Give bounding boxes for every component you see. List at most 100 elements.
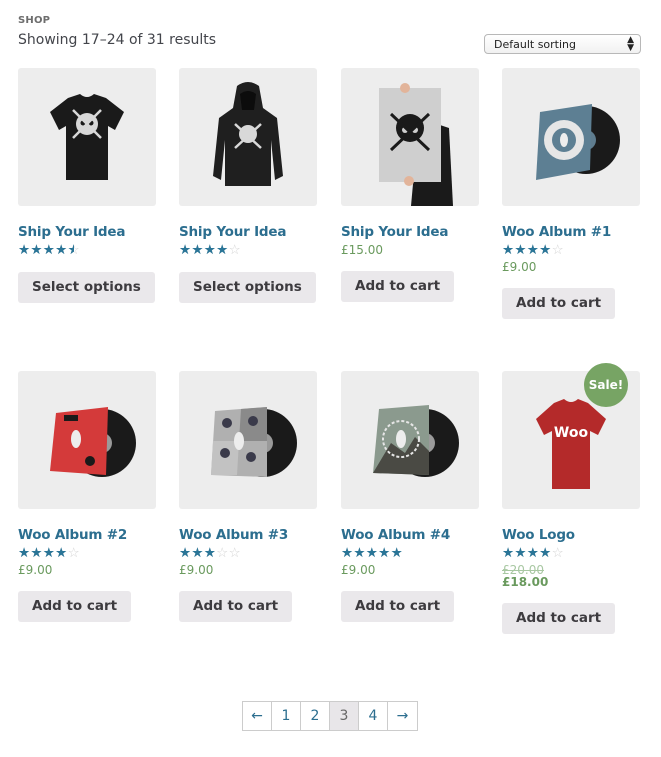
add-to-cart-button[interactable]: Add to cart [179, 591, 293, 622]
up-down-arrows-icon: ▲ ▼ [627, 35, 634, 53]
star-half-icon: ☆ ★ [67, 243, 80, 257]
product-card: Woo Album #1 ☆ ★ ☆ ★ ☆ ★ ☆ ★ ☆ £9.00 Add to cart [502, 68, 640, 319]
star-empty-icon: ☆ [68, 546, 80, 560]
product-title[interactable]: Ship Your Idea [341, 224, 479, 240]
pagination-prev[interactable]: ← [243, 702, 272, 730]
star-filled-icon: ☆ ★ [390, 546, 403, 560]
sale-badge: Sale! [584, 363, 628, 407]
product-image[interactable] [179, 68, 317, 206]
pagination-page-current: 3 [330, 702, 359, 730]
product-price: £20.00 £18.00 [502, 563, 640, 589]
star-fill: ★ [502, 547, 515, 560]
star-fill: ★ [203, 244, 216, 257]
star-rating: ☆ ★ ☆ ★ ☆ ★ ☆ ★ ☆ ★ [18, 243, 156, 258]
black-skull-hoodie-image [213, 82, 283, 186]
product-title[interactable]: Woo Album #1 [502, 224, 640, 240]
star-filled-icon: ☆ ★ [378, 546, 391, 560]
sale-price: £18.00 [502, 575, 549, 589]
star-fill: ★ [179, 244, 192, 257]
pagination-page[interactable]: 2 [301, 702, 330, 730]
product-card: Ship Your Idea ☆ ★ ☆ ★ ☆ ★ ☆ ★ ☆ ★ Select options [18, 68, 156, 303]
star-filled-icon: ☆ ★ [30, 243, 42, 257]
product-card: Woo Woo Logo ☆ ★ ☆ ★ ☆ ★ ☆ ★ ☆ £20.00 £18.00 Add… [502, 371, 640, 634]
product-title[interactable]: Woo Album #2 [18, 527, 156, 543]
add-to-cart-button[interactable]: Add to cart [341, 591, 455, 622]
star-fill: ★ [539, 244, 552, 257]
star-filled-icon: ☆ ★ [179, 546, 191, 560]
star-filled-icon: ☆ ★ [502, 546, 515, 560]
star-rating: ☆ ★ ☆ ★ ☆ ★ ☆ ★ ☆ ★ [341, 546, 479, 561]
product-image[interactable] [18, 371, 156, 509]
star-empty-icon: ☆ [228, 545, 241, 561]
sorting-selected-value: Default sorting [494, 38, 576, 51]
star-fill: ★ [526, 547, 539, 560]
star-fill: ★ [67, 244, 74, 257]
select-options-button[interactable]: Select options [179, 272, 316, 303]
breadcrumb: SHOP [18, 15, 51, 26]
product-card: Ship Your Idea ☆ ★ ☆ ★ ☆ ★ ☆ ★ ☆ Select options [179, 68, 317, 303]
result-count: Showing 17–24 of 31 results [18, 32, 217, 48]
product-title[interactable]: Ship Your Idea [18, 224, 156, 240]
select-options-button[interactable]: Select options [18, 272, 155, 303]
product-price: £15.00 [341, 243, 383, 257]
ninja-vinyl-album-image [211, 407, 297, 477]
product-image[interactable] [341, 371, 479, 509]
product-image[interactable] [502, 68, 640, 206]
star-filled-icon: ☆ ★ [203, 243, 216, 257]
pagination: ← 1 2 3 4 → [242, 701, 418, 731]
product-image[interactable] [18, 68, 156, 206]
star-fill: ★ [514, 547, 527, 560]
star-filled-icon: ☆ ★ [526, 546, 539, 560]
star-filled-icon: ☆ ★ [55, 243, 67, 257]
product-price: £9.00 [179, 563, 214, 577]
product-price: £9.00 [341, 563, 376, 577]
add-to-cart-button[interactable]: Add to cart [18, 591, 132, 622]
add-to-cart-button[interactable]: Add to cart [341, 271, 455, 302]
star-empty-icon: ☆ [552, 546, 564, 560]
star-filled-icon: ☆ ★ [191, 546, 203, 560]
skull-poster-image [379, 83, 453, 206]
star-rating: ☆ ★ ☆ ★ ☆ ★ ☆ ★ ☆ [179, 242, 317, 258]
star-filled-icon: ☆ ★ [365, 546, 378, 560]
product-title[interactable]: Woo Logo [502, 527, 640, 543]
star-filled-icon: ☆ ★ [353, 546, 365, 560]
star-fill: ★ [514, 244, 527, 257]
star-fill: ★ [365, 547, 378, 560]
star-filled-icon: ☆ ★ [43, 546, 55, 560]
star-fill: ★ [390, 547, 403, 560]
woo-shirt-text: Woo [554, 425, 589, 441]
star-filled-icon: ☆ ★ [216, 243, 228, 257]
star-outline: ☆ [228, 545, 241, 561]
star-filled-icon: ☆ ★ [18, 243, 31, 257]
product-title[interactable]: Woo Album #4 [341, 527, 479, 543]
pagination-page[interactable]: 1 [272, 702, 301, 730]
star-empty-icon: ☆ [551, 242, 564, 258]
star-fill: ★ [341, 547, 354, 560]
sorting-select[interactable]: Default sorting ▲ ▼ [484, 34, 641, 54]
product-card: Woo Album #2 ☆ ★ ☆ ★ ☆ ★ ☆ ★ ☆ £9.00 Add to cart [18, 371, 156, 622]
star-fill: ★ [42, 244, 55, 257]
star-fill: ★ [203, 547, 216, 560]
product-image[interactable] [179, 371, 317, 509]
add-to-cart-button[interactable]: Add to cart [502, 603, 616, 634]
star-rating: ☆ ★ ☆ ★ ☆ ★ ☆ ★ ☆ [18, 546, 156, 561]
product-title[interactable]: Woo Album #3 [179, 527, 317, 543]
landscape-vinyl-album-image [373, 405, 459, 477]
star-outline: ☆ [216, 545, 229, 561]
add-to-cart-button[interactable]: Add to cart [502, 288, 616, 319]
star-fill: ★ [378, 547, 391, 560]
pagination-page[interactable]: 4 [359, 702, 388, 730]
star-filled-icon: ☆ ★ [514, 546, 527, 560]
product-image[interactable] [341, 68, 479, 206]
pagination-next[interactable]: → [388, 702, 417, 730]
star-outline: ☆ [228, 242, 241, 258]
star-filled-icon: ☆ ★ [341, 546, 354, 560]
star-fill: ★ [191, 244, 204, 257]
star-outline: ☆ [551, 242, 564, 258]
star-fill: ★ [18, 244, 31, 257]
product-title[interactable]: Ship Your Idea [179, 224, 317, 240]
star-rating: ☆ ★ ☆ ★ ☆ ★ ☆ ☆ [179, 545, 317, 561]
star-fill: ★ [539, 547, 552, 560]
product-price: £9.00 [502, 260, 537, 274]
star-fill: ★ [55, 547, 68, 560]
